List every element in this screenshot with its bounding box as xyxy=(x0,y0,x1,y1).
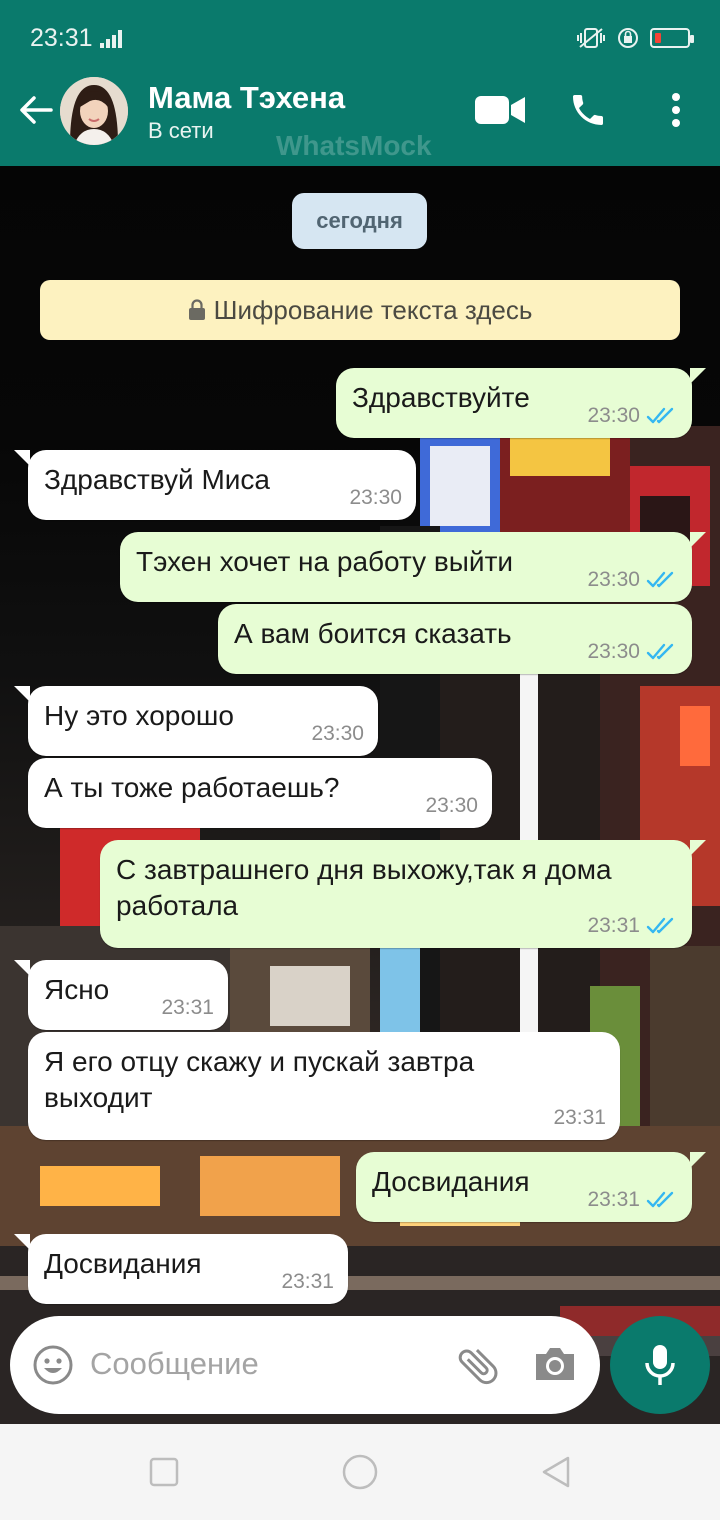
watermark: WhatsMock xyxy=(276,130,432,161)
message-text: Я его отцу скажу и пускай завтра выходит xyxy=(44,1046,475,1113)
date-label: сегодня xyxy=(316,208,403,233)
message-time: 23:31 xyxy=(587,1188,640,1211)
double-check-icon xyxy=(646,407,674,424)
message-outgoing[interactable]: Досвидания 23:31 xyxy=(356,1152,706,1222)
message-incoming[interactable]: Ну это хорошо 23:30 xyxy=(14,686,378,756)
emoji-icon xyxy=(33,1345,73,1385)
chat-header: 23:31 Мама Тэхена В сети WhatsMock xyxy=(0,0,720,166)
recent-apps-button[interactable] xyxy=(148,1456,180,1488)
contact-status: В сети xyxy=(148,118,214,143)
message-incoming[interactable]: Ясно 23:31 xyxy=(14,960,228,1030)
message-text: С завтрашнего дня выхожу,так я дома рабо… xyxy=(116,854,612,921)
message-time: 23:30 xyxy=(311,722,364,745)
attach-icon xyxy=(458,1349,498,1385)
status-icons xyxy=(576,26,694,50)
message-time: 23:31 xyxy=(161,996,214,1019)
message-text: А ты тоже работаешь? xyxy=(44,772,340,803)
encryption-notice[interactable]: Шифрование текста здесь xyxy=(40,280,680,340)
camera-icon xyxy=(536,1348,574,1380)
rotation-lock-icon xyxy=(618,28,638,48)
more-options-button[interactable] xyxy=(660,90,692,130)
double-check-icon xyxy=(646,571,674,588)
more-vert-icon xyxy=(672,93,680,127)
vibrate-icon xyxy=(577,28,605,48)
message-outgoing[interactable]: Здравствуйте 23:30 xyxy=(336,368,706,438)
attach-button[interactable] xyxy=(454,1342,502,1390)
phone-icon xyxy=(573,95,603,125)
message-time: 23:31 xyxy=(587,914,640,937)
voice-record-button[interactable] xyxy=(610,1316,710,1414)
back-nav-button[interactable] xyxy=(540,1456,572,1488)
mic-icon xyxy=(645,1345,675,1385)
message-text: Здравствуй Миса xyxy=(44,464,270,495)
message-outgoing[interactable]: С завтрашнего дня выхожу,так я дома рабо… xyxy=(100,840,706,948)
camera-button[interactable] xyxy=(532,1344,578,1386)
back-arrow-icon xyxy=(20,96,53,124)
message-time: 23:30 xyxy=(587,568,640,591)
video-call-button[interactable] xyxy=(474,90,526,130)
double-check-icon xyxy=(646,917,674,934)
message-incoming[interactable]: Досвидания 23:31 xyxy=(14,1234,348,1304)
home-button[interactable] xyxy=(340,1452,380,1492)
double-check-icon xyxy=(646,1191,674,1208)
message-time: 23:30 xyxy=(587,640,640,663)
message-incoming[interactable]: Здравствуй Миса 23:30 xyxy=(14,450,416,520)
system-nav-bar xyxy=(0,1424,720,1520)
battery-icon xyxy=(650,28,694,48)
message-time: 23:31 xyxy=(553,1106,606,1129)
message-time: 23:30 xyxy=(349,486,402,509)
circle-icon xyxy=(342,1454,378,1490)
square-icon xyxy=(149,1457,179,1487)
message-time: 23:30 xyxy=(425,794,478,817)
contact-avatar[interactable] xyxy=(60,77,128,145)
status-bar: 23:31 xyxy=(0,0,720,76)
voice-call-button[interactable] xyxy=(566,88,610,132)
message-input-bar[interactable]: Сообщение xyxy=(10,1316,600,1414)
message-time: 23:30 xyxy=(587,404,640,427)
signal-icon xyxy=(100,28,124,48)
date-separator: сегодня xyxy=(292,193,427,249)
lock-icon xyxy=(188,299,205,320)
message-outgoing[interactable]: Тэхен хочет на работу выйти 23:30 xyxy=(120,532,706,602)
message-time: 23:31 xyxy=(281,1270,334,1293)
back-button[interactable] xyxy=(14,88,58,132)
triangle-back-icon xyxy=(542,1456,570,1488)
message-incoming[interactable]: Я его отцу скажу и пускай завтра выходит… xyxy=(28,1032,620,1140)
status-clock: 23:31 xyxy=(30,24,93,52)
message-incoming[interactable]: А ты тоже работаешь? 23:30 xyxy=(28,758,492,828)
message-outgoing[interactable]: А вам боится сказать 23:30 xyxy=(218,604,692,674)
video-call-icon xyxy=(475,96,525,124)
emoji-button[interactable] xyxy=(32,1344,74,1386)
message-input-placeholder[interactable]: Сообщение xyxy=(90,1346,259,1382)
contact-name[interactable]: Мама Тэхена xyxy=(148,80,345,116)
double-check-icon xyxy=(646,643,674,660)
encryption-notice-text: Шифрование текста здесь xyxy=(213,294,533,325)
